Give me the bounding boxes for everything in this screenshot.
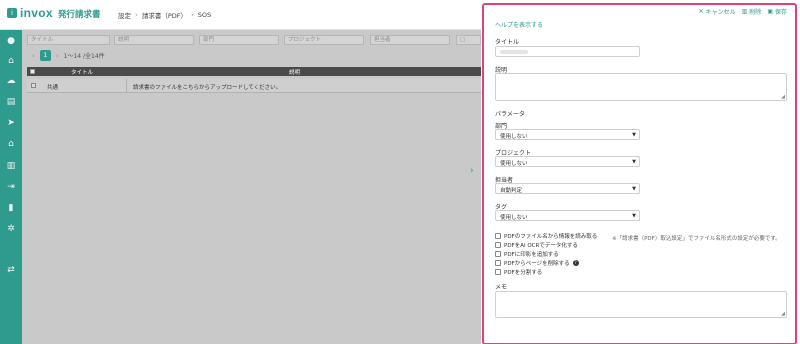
title-label: タイトル <box>495 39 520 46</box>
table-header: タイトル 説明 <box>27 67 481 76</box>
breadcrumb-item-current: SOS <box>197 11 212 19</box>
column-title-header[interactable]: タイトル <box>71 68 93 76</box>
checkbox-delete-pages[interactable]: PDFからページを削除する? <box>495 259 579 267</box>
description-textarea[interactable]: ◢ <box>495 73 787 101</box>
save-icon: ▣ <box>767 8 773 15</box>
cancel-label: キャンセル <box>705 9 736 16</box>
save-button[interactable]: ▣ 保存 <box>767 7 787 16</box>
checkbox-label: PDFに印影を追加する <box>504 252 559 258</box>
resize-handle-icon[interactable]: ◢ <box>781 311 785 317</box>
help-link[interactable]: ヘルプを表示する <box>495 20 543 29</box>
chevron-left-icon[interactable]: ‹ <box>32 52 35 60</box>
checkbox[interactable] <box>495 269 501 275</box>
department-value: 使用しない <box>500 134 528 140</box>
chevron-right-icon: › <box>135 11 138 19</box>
caret-down-icon: ▼ <box>632 159 636 165</box>
department-select[interactable]: 使用しない ▼ <box>495 129 640 140</box>
row-title-cell: 共通 <box>47 85 59 91</box>
chevron-right-icon: › <box>190 11 194 19</box>
chevron-right-icon[interactable]: › <box>470 166 474 176</box>
logo-subtitle: 発行請求書 <box>58 9 101 19</box>
tag-select[interactable]: 使用しない ▼ <box>495 210 640 221</box>
top-header: i invox 発行請求書 設定 › 請求書（PDF） › SOS <box>0 0 481 30</box>
checkbox-add-seal[interactable]: PDFに印影を追加する <box>495 250 559 258</box>
document-icon[interactable]: ▤ <box>4 96 18 108</box>
delete-label: 削除 <box>749 9 762 16</box>
tag-value: 使用しない <box>500 215 528 221</box>
checkbox-label: PDFをAI OCRでデータ化する <box>504 243 578 249</box>
close-icon: ✕ <box>698 8 704 15</box>
send-icon[interactable]: ➤ <box>4 117 18 129</box>
pagination: ‹ 1 › 1〜14 /全14件 <box>32 50 105 61</box>
checkbox[interactable] <box>495 260 501 266</box>
delete-button[interactable]: ▥ 削除 <box>742 7 762 16</box>
select-all-checkbox[interactable] <box>30 69 35 74</box>
title-filter-input[interactable]: タイトル <box>27 35 110 45</box>
pagination-range: 1〜14 /全14件 <box>63 53 105 60</box>
assignee-value: 自動判定 <box>500 188 523 194</box>
building-icon[interactable]: ▥ <box>4 160 18 172</box>
menu-icon[interactable]: ● <box>4 35 18 47</box>
swap-icon[interactable]: ⇄ <box>4 264 18 276</box>
caret-down-icon: ▼ <box>632 213 636 219</box>
caret-down-icon: ▼ <box>632 186 636 192</box>
checkbox-read-filename[interactable]: PDFのファイル名から情報を読み取る <box>495 232 597 240</box>
checkbox-label: PDFのファイル名から情報を読み取る <box>504 234 598 240</box>
department-filter-input[interactable]: 部門 <box>199 35 279 45</box>
breadcrumb-item-invoice-pdf[interactable]: 請求書（PDF） <box>142 10 187 20</box>
bank-icon[interactable]: ⌂ <box>4 138 18 150</box>
checkbox[interactable] <box>495 251 501 257</box>
column-description-header[interactable]: 説明 <box>289 68 300 76</box>
extra-filter-checkbox[interactable]: ▢ <box>456 35 481 45</box>
filename-note: ※「請求書（PDF）取込設定」でファイル名形式の設定が必要です。 <box>612 236 781 242</box>
chart-icon[interactable]: ▮ <box>4 202 18 214</box>
caret-down-icon: ▼ <box>632 132 636 138</box>
checkbox-label: PDFを分割する <box>504 270 543 276</box>
project-filter-input[interactable]: プロジェクト <box>284 35 364 45</box>
assignee-filter-input[interactable]: 担当者 <box>370 35 450 45</box>
checkbox[interactable] <box>495 242 501 248</box>
redacted-value <box>500 50 528 54</box>
breadcrumb: 設定 › 請求書（PDF） › SOS <box>118 10 211 20</box>
checkbox[interactable] <box>495 233 501 239</box>
assignee-select[interactable]: 自動判定 ▼ <box>495 183 640 194</box>
memo-textarea[interactable]: ◢ <box>495 291 787 318</box>
row-description-cell: 請求書のファイルをこちらからアップロードしてください。 <box>133 85 282 91</box>
column-divider <box>126 79 127 93</box>
gear-icon[interactable]: ✲ <box>4 223 18 235</box>
chevron-right-icon[interactable]: › <box>56 52 59 60</box>
sidebar-rail: ● ⌂ ☁ ▤ ➤ ⌂ ▥ ⇥ ▮ ✲ ⇄ <box>0 0 22 344</box>
checkbox-label: PDFからページを削除する <box>504 261 570 267</box>
resize-handle-icon[interactable]: ◢ <box>781 94 785 100</box>
panel-actions: ✕ キャンセル ▥ 削除 ▣ 保存 <box>699 7 787 16</box>
parameters-label: パラメータ <box>495 111 525 118</box>
home-icon[interactable]: ⌂ <box>4 55 18 67</box>
page-number-button[interactable]: 1 <box>39 50 51 61</box>
project-select[interactable]: 使用しない ▼ <box>495 156 640 167</box>
checkbox-ai-ocr[interactable]: PDFをAI OCRでデータ化する <box>495 241 578 249</box>
cancel-button[interactable]: ✕ キャンセル <box>699 7 736 16</box>
logo-icon: i <box>7 8 17 18</box>
description-filter-input[interactable]: 説明 <box>114 35 194 45</box>
logo-text: invox <box>20 6 53 20</box>
project-value: 使用しない <box>500 161 528 167</box>
help-question-icon[interactable]: ? <box>572 260 579 266</box>
save-label: 保存 <box>774 9 787 16</box>
breadcrumb-item-settings[interactable]: 設定 <box>118 10 131 20</box>
cloud-upload-icon[interactable]: ☁ <box>4 75 18 87</box>
edit-panel: ✕ キャンセル ▥ 削除 ▣ 保存 ヘルプを表示する タイトル 説明 ◢ パラメータ … <box>482 3 797 344</box>
memo-label: メモ <box>495 284 508 291</box>
table-row[interactable]: 共通 請求書のファイルをこちらからアップロードしてください。 <box>27 79 481 93</box>
checkbox-split-pdf[interactable]: PDFを分割する <box>495 268 542 276</box>
trash-icon: ▥ <box>741 8 748 15</box>
title-input[interactable] <box>495 46 640 57</box>
export-icon[interactable]: ⇥ <box>4 181 18 193</box>
row-checkbox[interactable] <box>31 83 36 88</box>
main-content-overlay: タイトル 説明 部門 プロジェクト 担当者 ▢ ‹ 1 › 1〜14 /全14件… <box>22 30 481 344</box>
